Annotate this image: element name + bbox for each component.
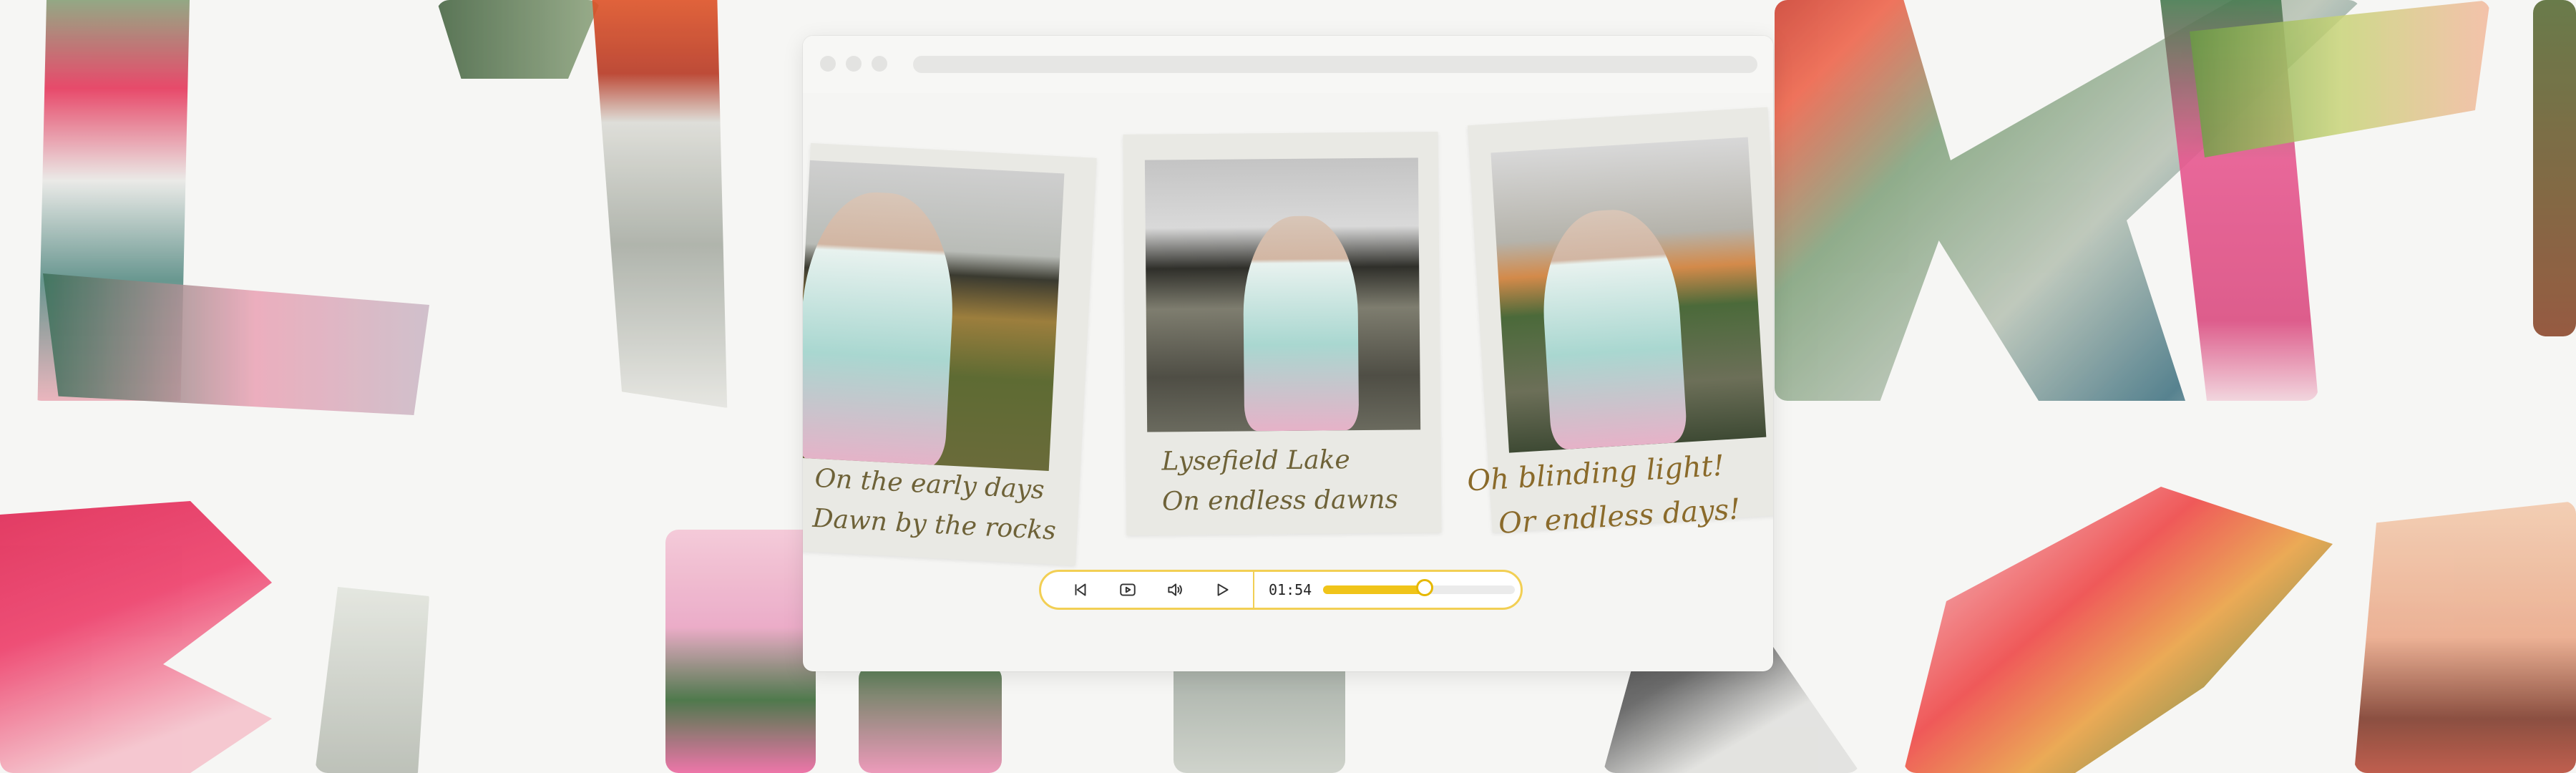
media-player-bar: 01:54 bbox=[1039, 570, 1523, 610]
volume-icon bbox=[1168, 583, 1182, 596]
polaroid-caption: Lysefield Lake On endless dawns bbox=[1161, 440, 1398, 522]
photo-image bbox=[1491, 137, 1767, 453]
polaroid-caption: Oh blinding light! Or endless days! bbox=[1466, 443, 1742, 548]
play-button[interactable] bbox=[1199, 572, 1246, 608]
progress-fill bbox=[1323, 585, 1425, 594]
paint-stroke bbox=[43, 273, 429, 415]
paint-stroke bbox=[0, 501, 272, 773]
playback-time: 01:54 bbox=[1269, 581, 1312, 598]
skip-back-button[interactable] bbox=[1057, 572, 1104, 608]
photo-image bbox=[1144, 157, 1421, 432]
window-titlebar bbox=[803, 36, 1773, 93]
window-maximize-dot[interactable] bbox=[872, 56, 887, 72]
caption-line: Lysefield Lake bbox=[1161, 445, 1350, 477]
paint-stroke bbox=[859, 666, 1002, 773]
paint-stroke bbox=[1903, 487, 2333, 773]
polaroid-photo-2: Lysefield Lake On endless dawns bbox=[1123, 132, 1442, 535]
person-figure bbox=[803, 188, 959, 469]
progress-slider[interactable] bbox=[1323, 579, 1516, 596]
paint-stroke bbox=[315, 587, 429, 773]
paint-stroke bbox=[592, 0, 728, 408]
paint-stroke bbox=[2533, 0, 2576, 336]
window-minimize-dot[interactable] bbox=[846, 56, 862, 72]
control-divider bbox=[1253, 570, 1254, 609]
paint-stroke bbox=[2354, 501, 2576, 773]
video-button[interactable] bbox=[1104, 572, 1151, 608]
photo-image bbox=[803, 160, 1065, 471]
caption-line: On endless dawns bbox=[1161, 485, 1399, 517]
skip-back-icon bbox=[1075, 583, 1086, 596]
polaroid-caption: On the early days Dawn by the rocks bbox=[811, 459, 1059, 552]
address-bar[interactable] bbox=[913, 56, 1757, 73]
person-figure bbox=[1242, 215, 1360, 432]
paint-stroke bbox=[436, 0, 601, 79]
window-close-dot[interactable] bbox=[820, 56, 836, 72]
paint-stroke bbox=[665, 530, 816, 773]
video-icon bbox=[1120, 583, 1136, 596]
person-figure bbox=[1537, 206, 1688, 450]
progress-knob[interactable] bbox=[1416, 579, 1434, 596]
browser-window: On the early days Dawn by the rocks Lyse… bbox=[803, 36, 1773, 671]
polaroid-photo-1: On the early days Dawn by the rocks bbox=[803, 142, 1097, 566]
volume-button[interactable] bbox=[1151, 572, 1199, 608]
play-icon bbox=[1217, 583, 1229, 596]
